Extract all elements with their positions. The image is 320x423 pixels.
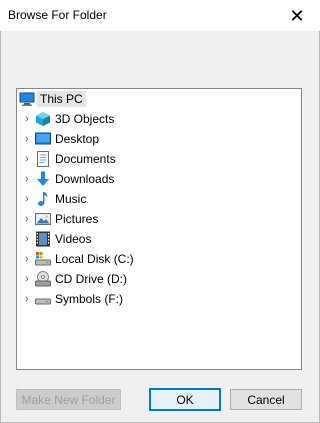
tree-item-documents[interactable]: › Documents (19, 149, 303, 169)
tree-item-cd-drive-d[interactable]: › CD Drive (D:) (19, 269, 303, 289)
expand-chevron-icon[interactable]: › (19, 173, 35, 185)
tree-item-label: This PC (37, 91, 86, 107)
tree-item-videos[interactable]: › Videos (19, 229, 303, 249)
tree-item-this-pc[interactable]: This PC (17, 89, 301, 109)
tree-item-label: Pictures (55, 212, 99, 226)
expand-chevron-icon[interactable]: › (19, 233, 35, 245)
tree-item-downloads[interactable]: › Downloads (19, 169, 303, 189)
expand-chevron-icon[interactable]: › (19, 213, 35, 225)
expand-chevron-icon[interactable]: › (19, 113, 35, 125)
folder-tree[interactable]: This PC › 3D Objects › Desktop › Documen… (16, 88, 302, 370)
expand-chevron-icon[interactable]: › (19, 193, 35, 205)
expand-chevron-icon[interactable]: › (19, 133, 35, 145)
tree-item-local-disk-c[interactable]: › Local Disk (C:) (19, 249, 303, 269)
expand-chevron-icon[interactable]: › (19, 293, 35, 305)
title-bar: Browse For Folder ✕ (0, 0, 320, 31)
cancel-button[interactable]: Cancel (230, 389, 302, 410)
tree-item-music[interactable]: › Music (19, 189, 303, 209)
make-new-folder-button[interactable]: Make New Folder (16, 389, 121, 410)
tree-item-label: Symbols (F:) (55, 292, 124, 306)
tree-item-label: 3D Objects (55, 112, 115, 126)
close-button[interactable]: ✕ (274, 0, 320, 31)
tree-item-pictures[interactable]: › Pictures (19, 209, 303, 229)
music-icon (35, 191, 51, 207)
document-icon (35, 151, 51, 167)
tree-item-label: Downloads (55, 172, 115, 186)
desktop-icon (35, 131, 51, 147)
tree-item-desktop[interactable]: › Desktop (19, 129, 303, 149)
drive-icon (35, 251, 51, 267)
tree-item-label: Local Disk (C:) (55, 252, 134, 266)
tree-item-label: Videos (55, 232, 92, 246)
computer-icon (19, 91, 35, 107)
cube-icon (35, 111, 51, 127)
dialog-title: Browse For Folder (8, 8, 107, 22)
tree-item-label: Documents (55, 152, 116, 166)
tree-item-label: CD Drive (D:) (55, 272, 127, 286)
expand-chevron-icon[interactable]: › (19, 253, 35, 265)
expand-chevron-icon[interactable]: › (19, 153, 35, 165)
picture-icon (35, 211, 51, 227)
tree-item-label: Music (55, 192, 87, 206)
download-icon (35, 171, 51, 187)
tree-item-symbols-f[interactable]: › Symbols (F:) (19, 289, 303, 309)
cd-drive-icon (35, 271, 51, 287)
tree-item-label: Desktop (55, 132, 100, 146)
tree-item-3d-objects[interactable]: › 3D Objects (19, 109, 303, 129)
drive-icon (35, 291, 51, 307)
video-icon (35, 231, 51, 247)
ok-button[interactable]: OK (149, 388, 221, 411)
expand-chevron-icon[interactable]: › (19, 273, 35, 285)
